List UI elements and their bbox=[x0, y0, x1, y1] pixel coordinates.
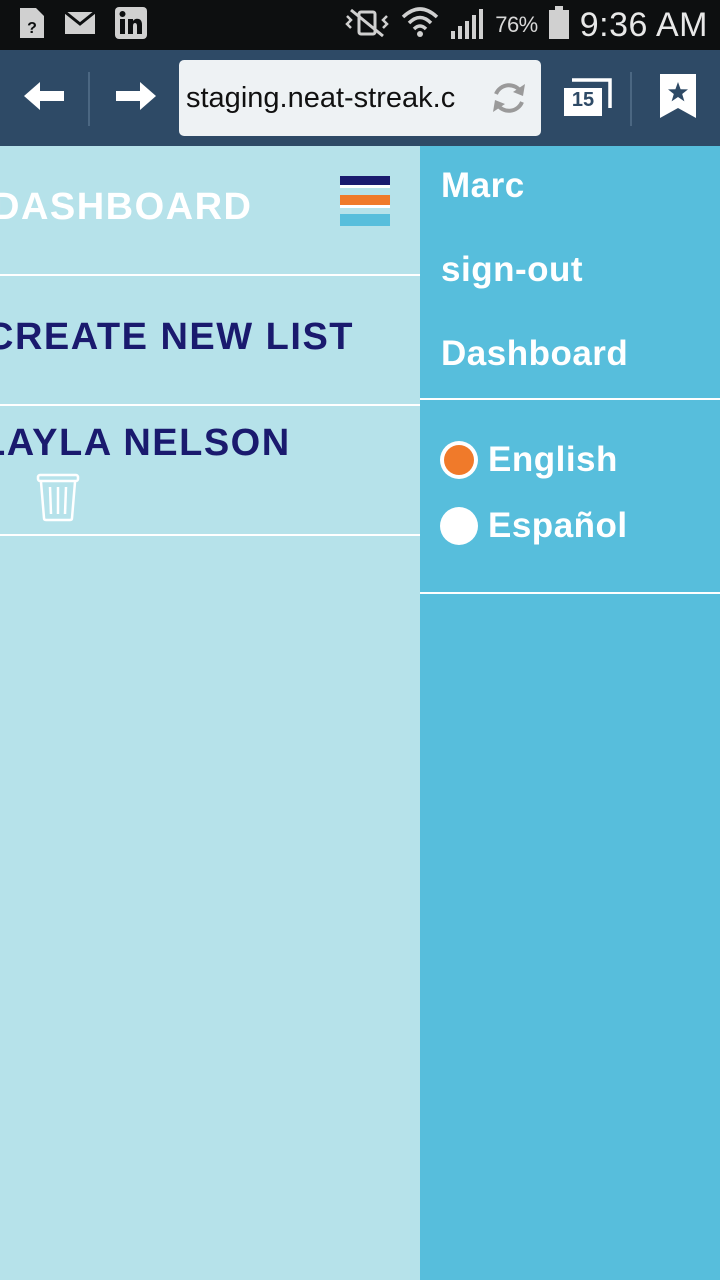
wifi-icon bbox=[401, 5, 439, 46]
notification-icons: ? bbox=[18, 6, 148, 45]
svg-text:?: ? bbox=[27, 20, 37, 37]
clock: 9:36 AM bbox=[579, 5, 708, 44]
menu-item-sign-out[interactable]: sign-out bbox=[441, 250, 583, 290]
forward-button[interactable] bbox=[108, 50, 164, 146]
trash-icon[interactable] bbox=[36, 470, 80, 522]
list-item[interactable]: LAYLA NELSON bbox=[0, 406, 420, 536]
page-title: DASHBOARD bbox=[0, 186, 253, 228]
back-arrow-icon bbox=[22, 80, 66, 117]
language-option-english[interactable]: English bbox=[440, 440, 618, 480]
reload-icon[interactable] bbox=[489, 78, 529, 118]
system-status: 76% 9:36 AM bbox=[343, 5, 708, 45]
unknown-notification-icon: ? bbox=[18, 6, 46, 45]
signal-icon bbox=[449, 7, 485, 44]
language-label-english: English bbox=[488, 440, 618, 479]
menu-item-dashboard[interactable]: Dashboard bbox=[441, 334, 628, 374]
language-option-spanish[interactable]: Español bbox=[440, 506, 628, 546]
bookmark-icon bbox=[658, 72, 698, 125]
tabs-button[interactable]: 15 bbox=[556, 50, 618, 146]
forward-arrow-icon bbox=[114, 80, 158, 117]
menu-divider bbox=[420, 398, 720, 400]
bookmark-button[interactable] bbox=[650, 50, 706, 146]
battery-percent: 76% bbox=[495, 12, 538, 37]
linkedin-icon bbox=[114, 6, 148, 45]
status-bar: ? 76% 9:36 AM bbox=[0, 0, 720, 50]
list-item-name[interactable]: LAYLA NELSON bbox=[0, 422, 291, 465]
battery-icon bbox=[548, 5, 570, 45]
address-bar[interactable]: staging.neat-streak.c bbox=[179, 60, 541, 136]
vibrate-mute-icon bbox=[343, 8, 391, 43]
menu-item-user[interactable]: Marc bbox=[441, 166, 525, 206]
toolbar-divider bbox=[630, 72, 632, 126]
side-menu: Marc sign-out Dashboard English Español bbox=[420, 146, 720, 1280]
language-radio-english[interactable] bbox=[440, 441, 478, 479]
browser-toolbar: staging.neat-streak.c 15 bbox=[0, 50, 720, 146]
url-text[interactable]: staging.neat-streak.c bbox=[186, 60, 486, 136]
back-button[interactable] bbox=[16, 50, 72, 146]
mail-icon bbox=[64, 10, 96, 40]
toolbar-divider bbox=[88, 72, 90, 126]
create-list-row[interactable]: CREATE NEW LIST bbox=[0, 276, 420, 406]
language-radio-spanish[interactable] bbox=[440, 507, 478, 545]
page-header: DASHBOARD bbox=[0, 146, 420, 276]
create-new-list-link[interactable]: CREATE NEW LIST bbox=[0, 316, 354, 359]
tab-count: 15 bbox=[571, 89, 595, 111]
hamburger-menu-icon[interactable] bbox=[340, 176, 390, 226]
language-label-spanish: Español bbox=[488, 506, 628, 545]
menu-divider bbox=[420, 592, 720, 594]
tabs-icon: 15 bbox=[560, 76, 614, 120]
page-content: DASHBOARD CREATE NEW LIST LAYLA NELSON bbox=[0, 146, 420, 1280]
